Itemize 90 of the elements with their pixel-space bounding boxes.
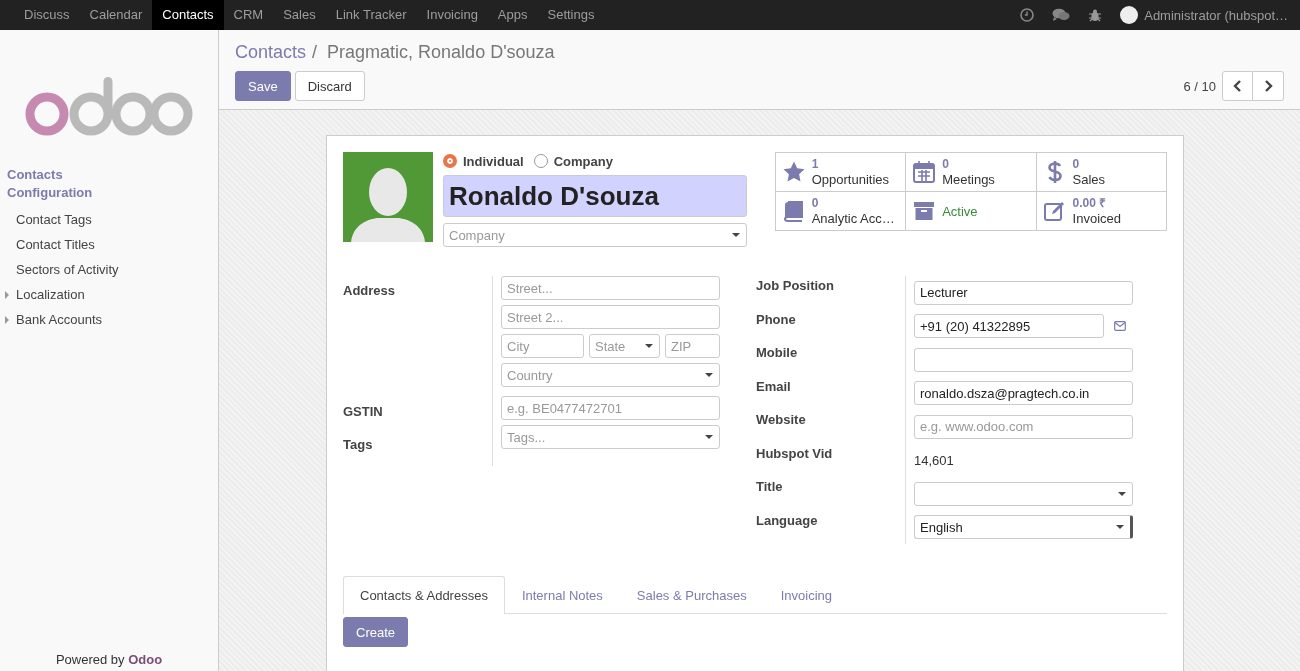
radio-option[interactable]: Individual [443, 153, 524, 169]
stat-value: 0 [811, 196, 820, 211]
field-label: Title [756, 478, 784, 494]
stat-label: Invoiced [1072, 211, 1121, 226]
field-label: Job Position [756, 277, 835, 293]
stat-label: Sales [1072, 172, 1106, 187]
stat-value: 0 [942, 157, 950, 172]
field-label: Hubspot Vid [756, 444, 834, 461]
stat-button[interactable]: Active [906, 192, 1037, 231]
star-icon [781, 160, 806, 184]
stat-value: 0 [1072, 157, 1081, 172]
text-field[interactable]: e.g. www.odoo.com [914, 414, 1133, 439]
text-field[interactable] [914, 347, 1133, 372]
stat-button[interactable]: 0 Analytic Acc… [775, 192, 907, 231]
powered-by-text: Powered by [55, 652, 125, 667]
clock-icon[interactable] [1020, 8, 1035, 22]
field-label: Mobile [756, 344, 799, 360]
chat-icon[interactable] [1052, 8, 1071, 22]
notebook-tab[interactable]: Sales & Purchases [619, 576, 764, 614]
edit-icon [1042, 199, 1067, 223]
radio-option[interactable]: Company [533, 153, 613, 169]
user-avatar[interactable] [1120, 6, 1139, 24]
stat-label: Analytic Acc… [811, 211, 895, 226]
next-button[interactable] [1253, 71, 1284, 101]
bug-icon[interactable] [1088, 8, 1103, 22]
sidebar-section-link[interactable]: Contacts [0, 166, 218, 184]
field-label: Email [756, 377, 792, 394]
active-toggle-label: Active [942, 203, 978, 219]
archive-icon [912, 199, 937, 223]
stat-button[interactable]: 0 Meetings [906, 153, 1037, 192]
app-menu-item[interactable]: Link Tracker [325, 0, 417, 30]
sidebar-item[interactable]: Contact Tags [16, 207, 92, 232]
stat-value: 1 [811, 157, 820, 172]
phone-field[interactable]: +91 (20) 41322895 [914, 314, 1104, 339]
stat-button[interactable]: 0.00 ₹ Invoiced [1036, 192, 1167, 231]
breadcrumb-current: Pragmatic, Ronaldo D'souza [327, 41, 555, 64]
city-field[interactable]: City [501, 334, 584, 358]
language-select[interactable]: English [914, 515, 1133, 540]
field-label: Phone [756, 310, 797, 327]
book-icon [781, 199, 806, 223]
field-label: Tags [343, 437, 374, 452]
create-button[interactable]: Create [343, 617, 409, 647]
zip-field[interactable]: ZIP [665, 334, 720, 358]
avatar-placeholder[interactable] [343, 152, 433, 242]
discard-button[interactable]: Discard [294, 71, 365, 101]
stat-value: 0.00 ₹ [1072, 196, 1108, 211]
app-menu-item[interactable]: Discuss [14, 0, 80, 30]
app-menu-item[interactable]: Apps [487, 0, 538, 30]
text-field[interactable]: ronaldo.dsza@pragtech.co.in [914, 381, 1133, 406]
sidebar-item[interactable]: Bank Accounts [16, 307, 102, 332]
sidebar-section-link[interactable]: Configuration [0, 184, 218, 202]
stat-button[interactable]: 1 Opportunities [775, 153, 907, 192]
caret-icon[interactable] [4, 315, 10, 324]
field-label: GSTIN [343, 404, 384, 419]
field-label: Website [756, 411, 807, 427]
calendar-icon [912, 160, 937, 184]
envelope-icon[interactable] [1114, 321, 1126, 332]
breadcrumb-link[interactable]: Contacts [235, 40, 307, 64]
stat-button[interactable]: 0 Sales [1036, 153, 1167, 192]
name-field[interactable]: Ronaldo D'souza [443, 175, 747, 217]
stat-label: Meetings [942, 172, 995, 187]
street2-field[interactable]: Street 2... [501, 305, 720, 329]
notebook-tab[interactable]: Invoicing [763, 576, 849, 614]
app-menu-item[interactable]: Settings [537, 0, 605, 30]
sidebar-item[interactable]: Sectors of Activity [16, 257, 119, 282]
sidebar-item[interactable]: Contact Titles [16, 232, 95, 257]
app-menu-item[interactable]: Contacts [152, 0, 224, 30]
field-value: 14,601 [914, 452, 954, 468]
street-field[interactable]: Street... [501, 276, 720, 300]
app-menu-item[interactable]: Sales [273, 0, 326, 30]
user-menu[interactable]: Administrator (hubspot… [1144, 7, 1288, 23]
save-button[interactable]: Save [235, 71, 291, 101]
previous-button[interactable] [1222, 71, 1253, 101]
caret-icon[interactable] [4, 290, 10, 299]
text-field[interactable]: Lecturer [914, 280, 1133, 305]
app-menu-item[interactable]: CRM [223, 0, 274, 30]
field-label: Language [756, 511, 819, 528]
gstin-field[interactable]: e.g. BE0477472701 [501, 396, 720, 420]
stat-label: Opportunities [811, 172, 889, 187]
notebook-tab[interactable]: Contacts & Addresses [343, 576, 505, 614]
app-menu-item[interactable]: Invoicing [416, 0, 488, 30]
pager-counter: 6 / 10 [1183, 78, 1216, 94]
field-label: Address [343, 283, 397, 298]
chevron-left-icon [1233, 80, 1242, 92]
notebook-tab[interactable]: Internal Notes [504, 576, 620, 614]
sidebar-item[interactable]: Localization [16, 282, 85, 307]
odoo-link[interactable]: Odoo [128, 652, 163, 667]
chevron-right-icon [1263, 80, 1273, 92]
breadcrumb-separator: / [312, 41, 318, 64]
app-menu-item[interactable]: Calendar [79, 0, 153, 30]
